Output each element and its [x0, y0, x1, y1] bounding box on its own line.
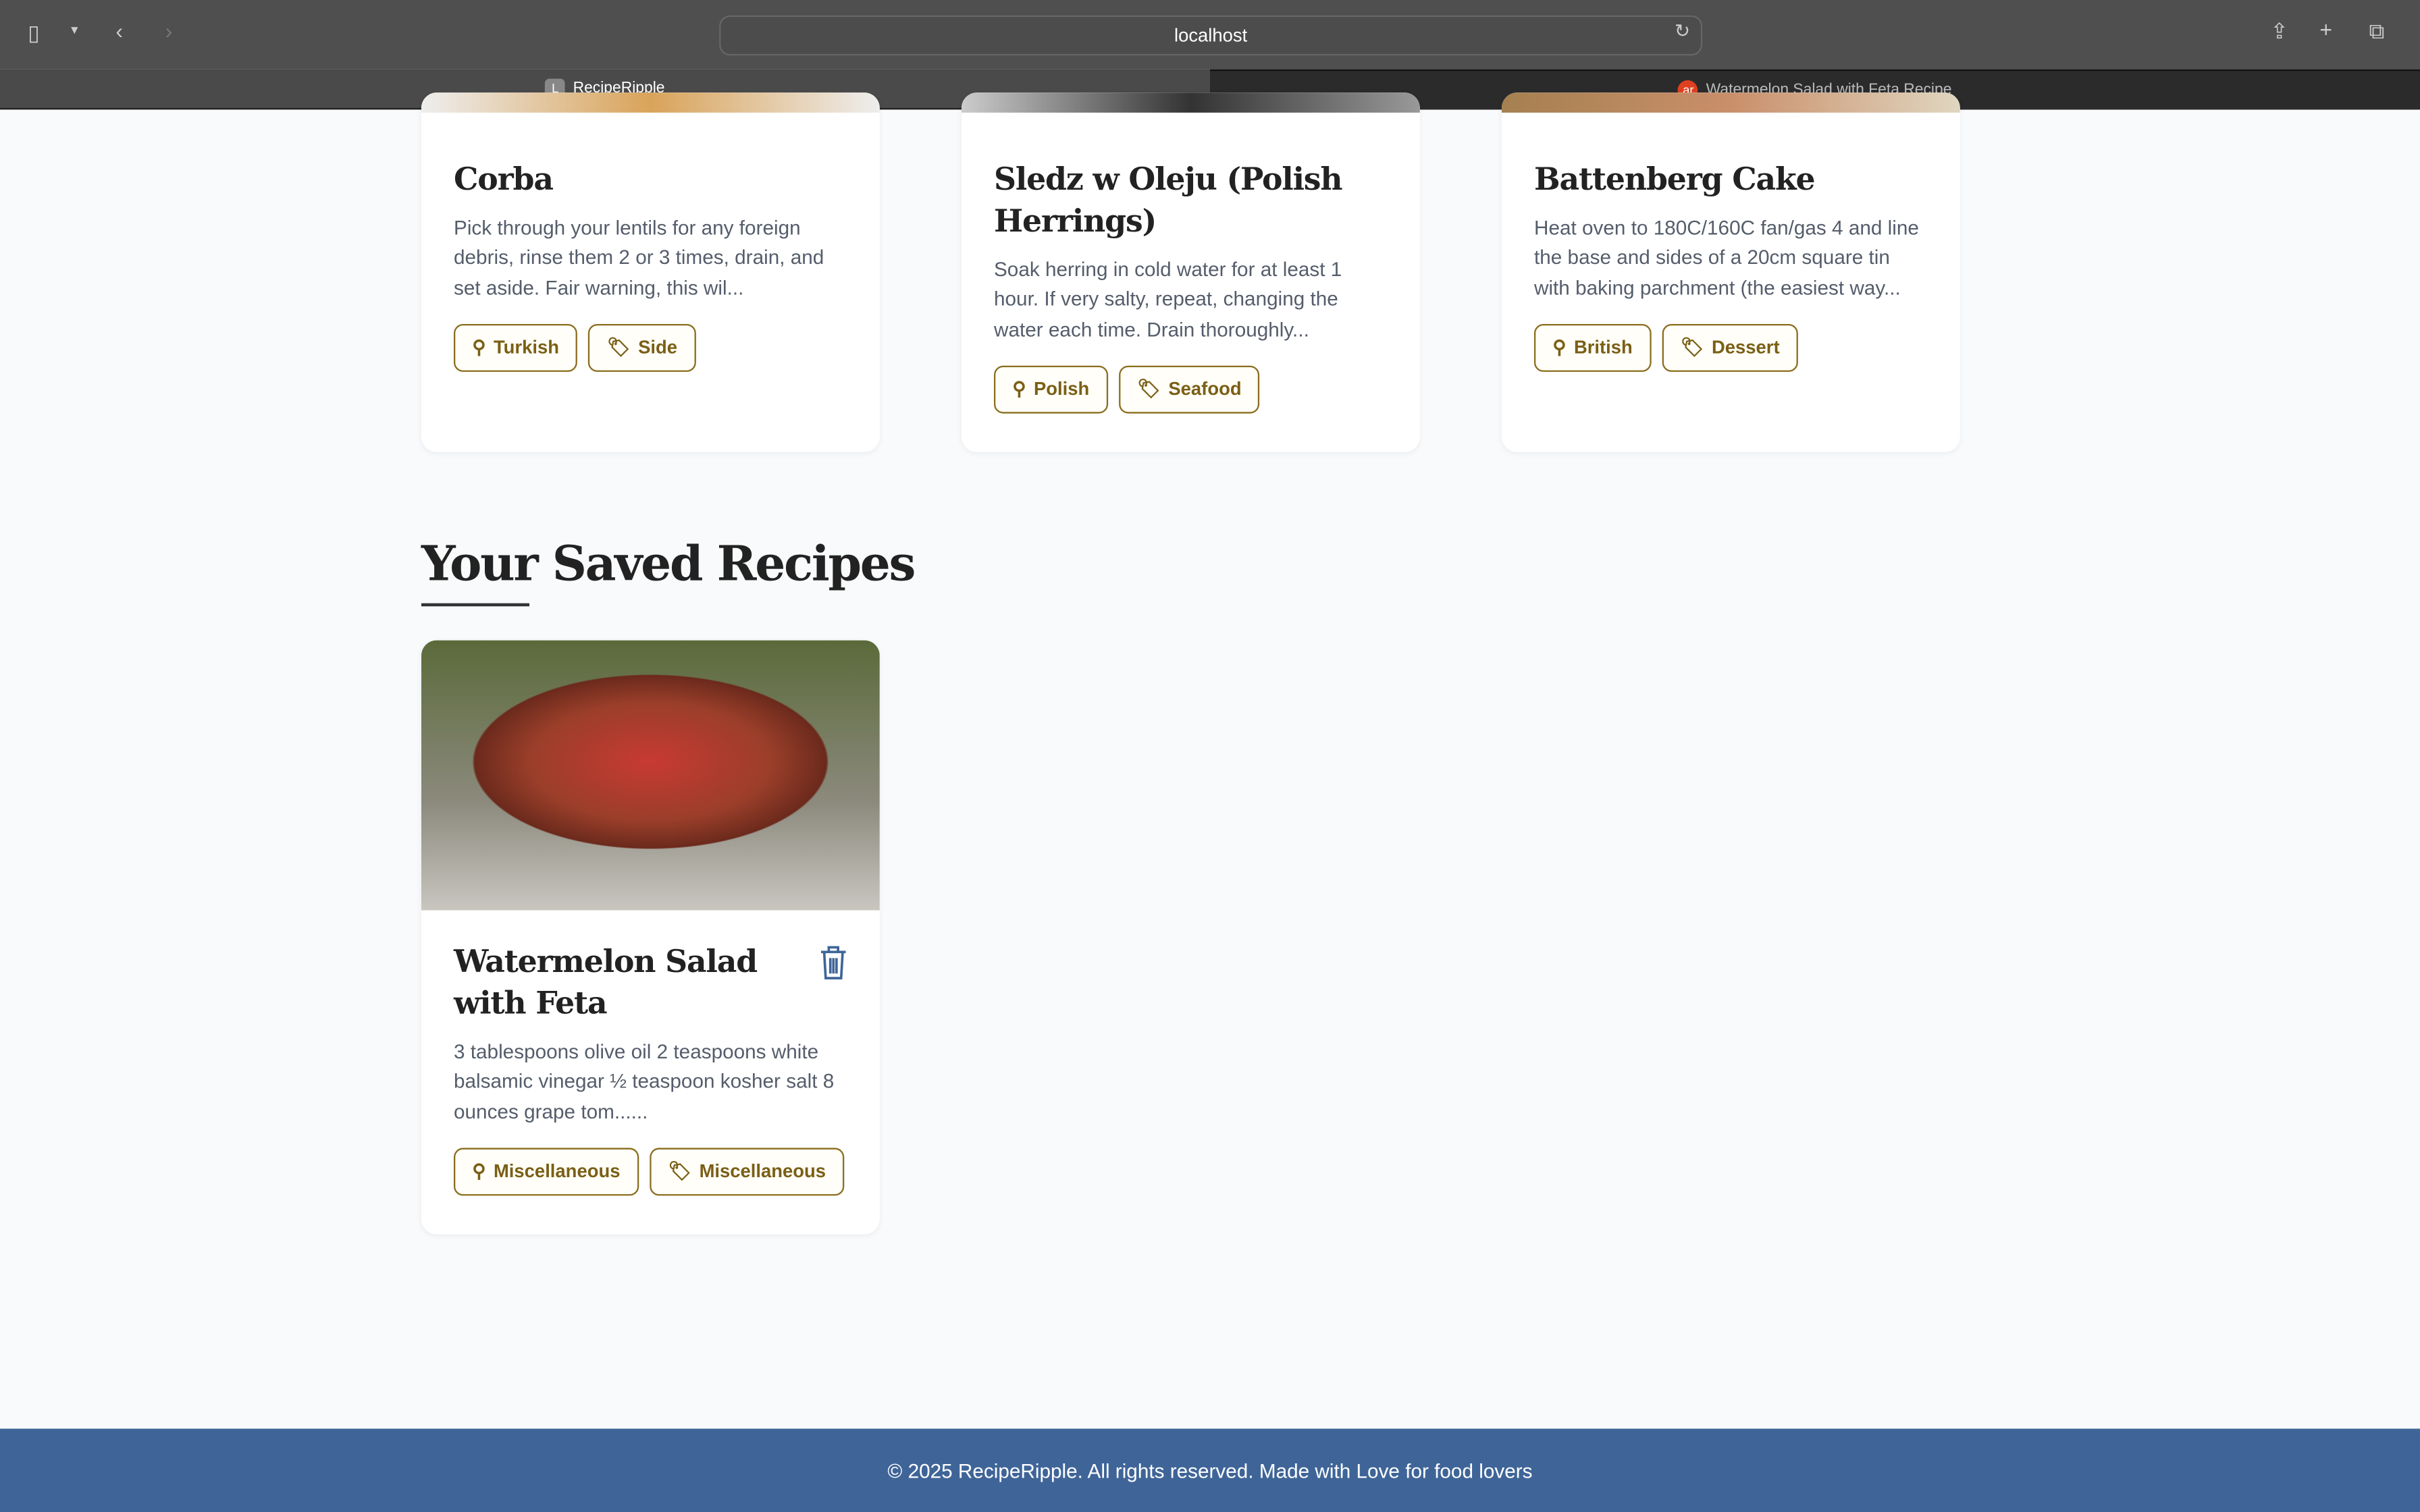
- tag-icon: 🏷︎: [1680, 337, 1704, 359]
- recipe-title: Sledz w Oleju (Polish Herrings): [993, 160, 1343, 240]
- recipe-title: Watermelon Salad with Feta: [453, 942, 758, 1022]
- location-pin-icon: ⚲: [472, 337, 486, 359]
- reload-icon[interactable]: ↻: [1675, 20, 1690, 42]
- location-pin-icon: ⚲: [1552, 337, 1567, 359]
- chevron-down-icon[interactable]: ▾: [71, 22, 78, 38]
- saved-recipe-card[interactable]: Watermelon Salad with Feta 3 tablespoons…: [421, 640, 880, 1235]
- location-pin-icon: ⚲: [472, 1160, 486, 1183]
- tag-label: Side: [638, 337, 678, 359]
- sidebar-toggle-icon[interactable]: ▯: [28, 20, 40, 47]
- browser-toolbar: ▯ ▾ ‹ › localhost ↻ ⇪ + ⧉: [0, 0, 2420, 70]
- recipe-description: 3 tablespoons olive oil 2 teaspoons whit…: [453, 1040, 835, 1123]
- tag-icon: 🏷︎: [668, 1160, 692, 1183]
- tag-label: Miscellaneous: [493, 1160, 621, 1183]
- back-icon[interactable]: ‹: [115, 18, 123, 43]
- area-tag[interactable]: ⚲ Miscellaneous: [453, 1148, 639, 1196]
- recipe-image: [421, 640, 880, 911]
- category-tag[interactable]: 🏷︎ Dessert: [1662, 323, 1799, 372]
- forward-icon[interactable]: ›: [165, 18, 173, 43]
- area-tag[interactable]: ⚲ Polish: [993, 365, 1108, 414]
- tag-icon: 🏷︎: [606, 337, 631, 359]
- share-icon[interactable]: ⇪: [2270, 18, 2288, 45]
- category-tag[interactable]: 🏷︎ Seafood: [1118, 365, 1261, 414]
- recipe-title: Battenberg Cake: [1533, 160, 1816, 198]
- url-text: localhost: [1174, 24, 1248, 47]
- tag-label: Seafood: [1168, 378, 1242, 400]
- title-underline: [421, 603, 529, 607]
- area-tag[interactable]: ⚲ British: [1533, 323, 1652, 372]
- tab-overview-icon[interactable]: ⧉: [2369, 18, 2385, 45]
- recipe-image: [1501, 92, 1960, 113]
- location-pin-icon: ⚲: [1012, 378, 1026, 400]
- tag-icon: 🏷︎: [1137, 378, 1161, 400]
- tag-label: Dessert: [1711, 337, 1780, 359]
- address-bar[interactable]: localhost: [719, 15, 1703, 56]
- category-tag[interactable]: 🏷︎ Side: [588, 323, 696, 372]
- tag-label: British: [1573, 337, 1633, 359]
- tag-label: Turkish: [493, 337, 559, 359]
- trash-icon[interactable]: [818, 944, 849, 989]
- tag-label: Polish: [1033, 378, 1090, 400]
- recipe-description: Pick through your lentils for any foreig…: [453, 215, 824, 299]
- area-tag[interactable]: ⚲ Turkish: [453, 323, 578, 372]
- recipe-description: Heat oven to 180C/160C fan/gas 4 and lin…: [1533, 215, 1919, 299]
- category-tag[interactable]: 🏷︎ Miscellaneous: [649, 1148, 845, 1196]
- footer-text: © 2025 RecipeRipple. All rights reserved…: [887, 1459, 1533, 1482]
- new-tab-icon[interactable]: +: [2319, 17, 2332, 42]
- recipe-card[interactable]: Corba Pick through your lentils for any …: [421, 92, 880, 452]
- tag-label: Miscellaneous: [699, 1160, 826, 1183]
- footer: © 2025 RecipeRipple. All rights reserved…: [0, 1428, 2420, 1512]
- recipe-card[interactable]: Sledz w Oleju (Polish Herrings) Soak her…: [961, 92, 1420, 452]
- recipe-description: Soak herring in cold water for at least …: [993, 257, 1342, 341]
- recipe-card[interactable]: Battenberg Cake Heat oven to 180C/160C f…: [1501, 92, 1960, 452]
- recipe-title: Corba: [453, 160, 554, 198]
- recipe-image: [421, 92, 880, 113]
- section-title: Your Saved Recipes: [421, 537, 916, 593]
- recipe-image: [961, 92, 1420, 113]
